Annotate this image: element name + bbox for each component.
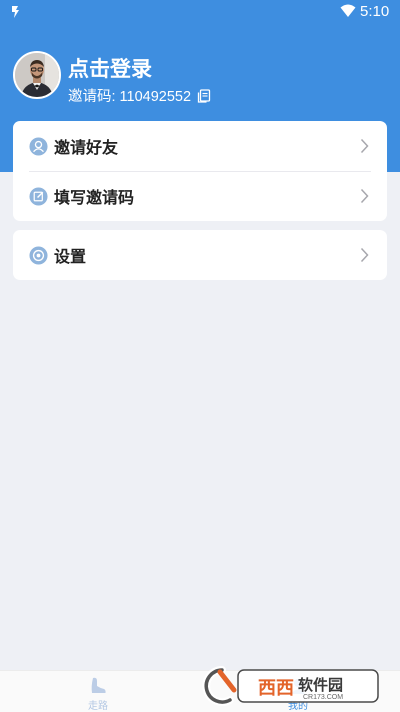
invite-code-text: 邀请码: 110492552 [68, 89, 192, 105]
menu-item-invite-friends[interactable]: 邀请好友 [13, 121, 387, 171]
watermark-logo: 西西 软件园 CR173.COM [202, 666, 379, 706]
notification-icon [12, 6, 19, 18]
login-button[interactable]: 点击登录 [68, 53, 152, 83]
menu-label-settings: 设置 [54, 247, 87, 266]
avatar-photo [15, 53, 59, 97]
chevron-right-icon [360, 247, 369, 263]
svg-text:软件园: 软件园 [298, 676, 343, 694]
menu-card-primary: 邀请好友 填写邀请码 [13, 121, 387, 221]
wifi-icon [340, 4, 356, 17]
svg-text:CR173.COM: CR173.COM [303, 694, 343, 701]
chevron-right-icon [360, 138, 369, 154]
avatar[interactable] [13, 51, 61, 99]
status-time: 5:10 [360, 3, 390, 20]
tab-walk[interactable]: 走路 [58, 671, 138, 712]
target-icon [29, 245, 48, 265]
status-bar: 5:10 [0, 0, 400, 24]
invite-code-line: 邀请码: 110492552 [68, 85, 211, 106]
menu-card-settings: 设置 [13, 230, 387, 280]
shoe-icon [91, 677, 106, 693]
menu-label-enter-invite-code: 填写邀请码 [54, 188, 135, 207]
tab-walk-label: 走路 [88, 701, 108, 712]
menu-item-enter-invite-code[interactable]: 填写邀请码 [13, 171, 387, 221]
menu-item-settings[interactable]: 设置 [13, 230, 387, 280]
edit-icon [29, 186, 48, 206]
menu-label-invite-friends: 邀请好友 [54, 138, 119, 157]
copy-icon[interactable] [197, 88, 211, 103]
user-icon [29, 136, 48, 156]
svg-text:西西: 西西 [258, 678, 294, 699]
chevron-right-icon [360, 188, 369, 204]
